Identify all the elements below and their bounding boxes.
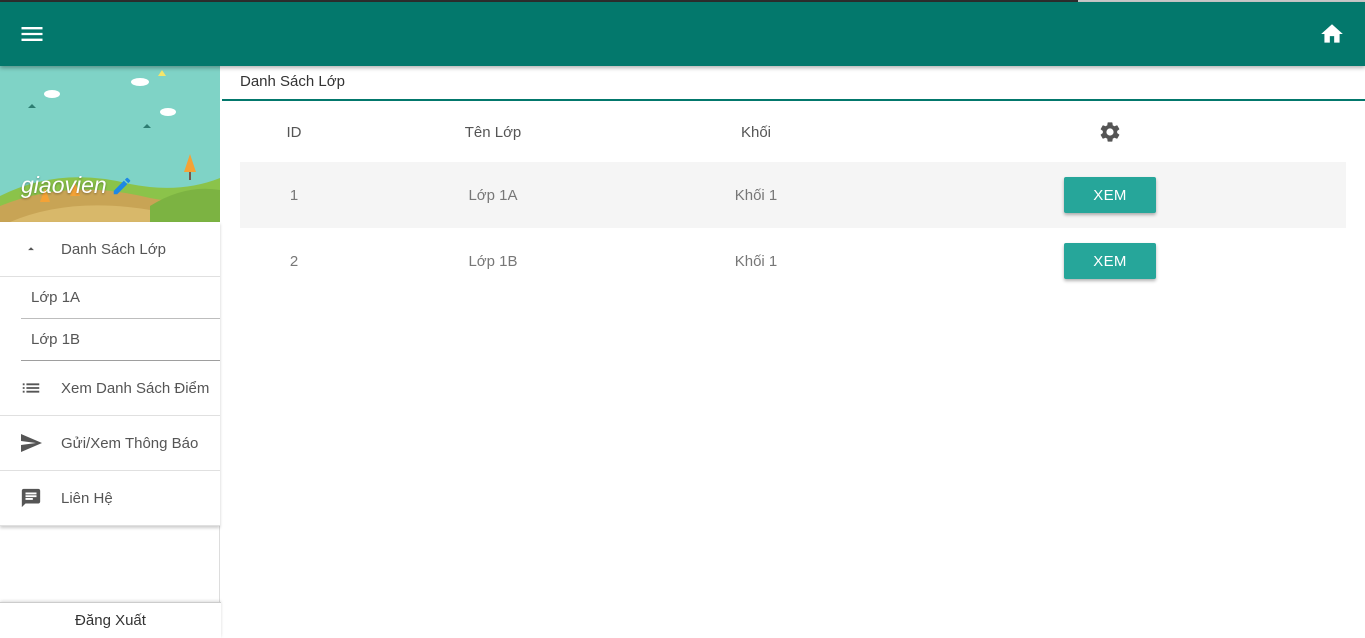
cell-id: 2 <box>289 252 299 270</box>
user-name: giaovien <box>21 172 133 199</box>
sidebar-item-notifications[interactable]: Gửi/Xem Thông Báo <box>0 416 220 471</box>
cell-actions: XEM <box>874 243 1346 279</box>
cell-actions: XEM <box>874 177 1346 213</box>
class-table: ID Tên Lớp Khối 1 Lớp 1A Khối 1 XEM 2 Lớ… <box>240 102 1346 294</box>
app-bar <box>0 2 1365 66</box>
table-header: ID Tên Lớp Khối <box>240 102 1346 162</box>
sidebar-subitem-class-1a[interactable]: Lớp 1A <box>21 277 220 319</box>
sidebar: giaovien Danh Sách Lớp Lớp 1A Lớp 1B Xem… <box>0 66 221 638</box>
view-button[interactable]: XEM <box>1064 243 1156 279</box>
menu-icon[interactable] <box>18 20 46 48</box>
header-actions <box>874 120 1346 144</box>
sidebar-item-class-list[interactable]: Danh Sách Lớp <box>0 222 220 277</box>
sidebar-item-contact[interactable]: Liên Hệ <box>0 471 220 526</box>
table-row: 2 Lớp 1B Khối 1 XEM <box>240 228 1346 294</box>
sidebar-item-label: Gửi/Xem Thông Báo <box>61 434 199 452</box>
message-icon <box>0 487 61 509</box>
sidebar-item-grades[interactable]: Xem Danh Sách Điểm <box>0 361 220 416</box>
cell-grade: Khối 1 <box>734 252 778 270</box>
sidebar-item-label: Xem Danh Sách Điểm <box>61 379 210 397</box>
main-content: Danh Sách Lớp ID Tên Lớp Khối 1 Lớp 1A K… <box>222 66 1365 638</box>
sidebar-item-label: Liên Hệ <box>61 489 113 507</box>
title-divider <box>222 99 1365 101</box>
header-class-name: Tên Lớp <box>464 123 522 141</box>
header-grade: Khối <box>740 123 772 141</box>
cell-grade: Khối 1 <box>734 186 778 204</box>
table-row: 1 Lớp 1A Khối 1 XEM <box>240 162 1346 228</box>
pencil-icon[interactable] <box>111 175 133 197</box>
send-icon <box>0 431 61 455</box>
cell-class-name: Lớp 1A <box>468 186 518 204</box>
page-title: Danh Sách Lớp <box>240 73 345 90</box>
header-id: ID <box>286 123 302 141</box>
user-name-text: giaovien <box>21 172 107 198</box>
list-icon <box>0 377 61 399</box>
view-button[interactable]: XEM <box>1064 177 1156 213</box>
profile-banner: giaovien <box>0 66 220 222</box>
sidebar-item-label: Danh Sách Lớp <box>61 240 166 258</box>
gear-icon <box>1098 120 1122 144</box>
arrow-up-icon <box>0 242 61 256</box>
home-icon[interactable] <box>1319 21 1345 47</box>
cell-id: 1 <box>289 186 299 204</box>
sidebar-subitem-class-1b[interactable]: Lớp 1B <box>21 319 220 361</box>
sidebar-nav: Danh Sách Lớp Lớp 1A Lớp 1B Xem Danh Sác… <box>0 222 220 526</box>
logout-button[interactable]: Đăng Xuất <box>0 602 221 638</box>
cell-class-name: Lớp 1B <box>468 252 518 270</box>
